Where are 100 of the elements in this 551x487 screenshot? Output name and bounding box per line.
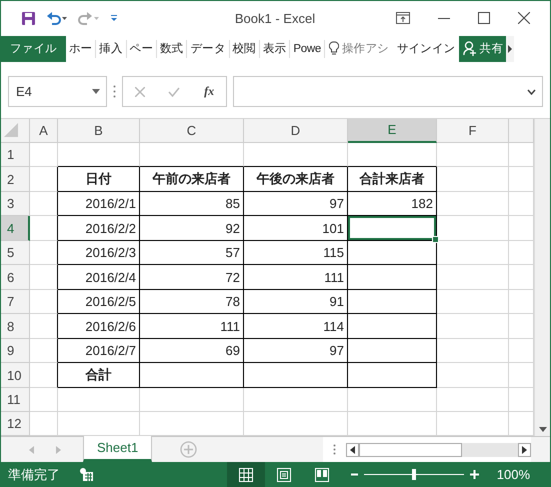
column-header[interactable]: C [140, 118, 244, 143]
column-header[interactable]: B [58, 118, 140, 143]
table-cell[interactable]: 合計 [58, 363, 140, 388]
row-header[interactable]: 6 [1, 265, 30, 290]
row-header[interactable]: 5 [1, 240, 30, 266]
ribbon-tab[interactable]: データ [187, 40, 230, 58]
share-button[interactable]: 共有 [459, 36, 506, 62]
grid-cell[interactable] [30, 265, 58, 290]
lightbulb-icon[interactable] [328, 41, 339, 56]
maximize-icon[interactable] [478, 12, 490, 24]
column-header[interactable]: A [30, 118, 58, 143]
zoom-level[interactable]: 100% [478, 462, 550, 487]
row-header[interactable]: 11 [1, 388, 30, 412]
table-cell[interactable] [348, 290, 437, 314]
ribbon-tab[interactable]: Powe [290, 40, 325, 58]
row-header[interactable]: 10 [1, 363, 30, 388]
table-cell[interactable]: 111 [140, 314, 244, 339]
grid-cell[interactable] [30, 338, 58, 364]
table-cell[interactable]: 2016/2/7 [58, 338, 140, 364]
row-header[interactable]: 1 [1, 142, 30, 168]
table-cell[interactable] [348, 240, 437, 266]
page-break-icon[interactable] [314, 468, 329, 482]
table-cell[interactable]: 85 [140, 192, 244, 216]
table-cell[interactable]: 日付 [58, 167, 140, 192]
undo-icon[interactable] [46, 11, 68, 26]
table-cell[interactable]: 2016/2/4 [58, 265, 140, 290]
table-cell[interactable]: 2016/2/3 [58, 240, 140, 266]
column-header[interactable]: F [437, 118, 509, 143]
row-header[interactable]: 12 [1, 412, 30, 436]
tell-me-field[interactable]: 操作アシ [342, 41, 389, 56]
close-icon[interactable] [518, 12, 530, 24]
row-header[interactable]: 9 [1, 338, 30, 364]
normal-view-icon[interactable] [238, 468, 253, 482]
table-cell[interactable]: 69 [140, 338, 244, 364]
table-cell[interactable] [348, 338, 437, 364]
vertical-scrollbar[interactable] [534, 118, 550, 436]
grid-cell[interactable] [30, 314, 58, 339]
table-cell[interactable]: 97 [244, 192, 348, 216]
fill-handle[interactable] [432, 236, 439, 243]
ribbon-tab[interactable]: ペー [126, 40, 158, 58]
table-cell[interactable]: 101 [244, 216, 348, 241]
table-cell[interactable] [244, 363, 348, 388]
page-layout-icon[interactable] [276, 468, 291, 482]
zoom-out-icon[interactable] [350, 471, 358, 478]
scroll-right-icon[interactable] [522, 446, 527, 454]
row-header[interactable]: 7 [1, 290, 30, 314]
column-header[interactable]: D [244, 118, 348, 143]
table-cell[interactable]: 115 [244, 240, 348, 266]
table-cell[interactable]: 72 [140, 265, 244, 290]
table-cell[interactable]: 182 [348, 192, 437, 216]
table-cell[interactable]: 2016/2/2 [58, 216, 140, 241]
slider-thumb[interactable] [412, 469, 416, 480]
grid-cell[interactable] [30, 240, 58, 266]
column-header[interactable]: E [348, 118, 437, 143]
expand-caret-icon[interactable] [527, 88, 536, 95]
table-cell[interactable]: 91 [244, 290, 348, 314]
row-header[interactable]: 2 [1, 167, 30, 192]
table-cell[interactable]: 92 [140, 216, 244, 241]
grid-cell[interactable] [30, 363, 58, 388]
table-cell[interactable]: 111 [244, 265, 348, 290]
file-tab[interactable]: ファイル [1, 36, 66, 62]
grid-cell[interactable] [30, 192, 58, 216]
table-cell[interactable] [140, 363, 244, 388]
ribbon-display-icon[interactable] [396, 12, 410, 24]
sheet-tab[interactable]: Sheet1 [83, 436, 152, 462]
row-header[interactable]: 3 [1, 192, 30, 216]
horizontal-scrollbar[interactable] [346, 437, 531, 462]
redo-icon[interactable] [78, 11, 100, 26]
name-box[interactable]: E4 [8, 76, 107, 108]
zoom-in-icon[interactable] [470, 470, 479, 480]
grid-cell[interactable] [30, 167, 58, 192]
active-cell[interactable] [348, 216, 437, 241]
ribbon-tab[interactable]: 校閲 [230, 40, 260, 58]
row-header[interactable]: 8 [1, 314, 30, 339]
save-icon[interactable] [21, 10, 36, 26]
table-cell[interactable]: 2016/2/6 [58, 314, 140, 339]
table-cell[interactable] [348, 363, 437, 388]
splitter-grip-icon[interactable] [333, 444, 336, 456]
macro-record-icon[interactable] [80, 468, 93, 482]
table-cell[interactable]: 午前の来店者 [140, 167, 244, 192]
scroll-thumb[interactable] [359, 442, 462, 457]
insert-function-button[interactable]: fx [204, 84, 214, 100]
customize-icon[interactable] [110, 14, 118, 22]
table-cell[interactable]: 78 [140, 290, 244, 314]
dropdown-caret-icon[interactable] [92, 89, 100, 94]
table-cell[interactable]: 合計来店者 [348, 167, 437, 192]
table-cell[interactable] [348, 265, 437, 290]
table-cell[interactable]: 97 [244, 338, 348, 364]
grid-cell[interactable] [30, 216, 58, 241]
ribbon-tab[interactable]: 数式 [157, 40, 188, 58]
table-cell[interactable]: 57 [140, 240, 244, 266]
table-cell[interactable]: 2016/2/5 [58, 290, 140, 314]
grid-cell[interactable] [30, 290, 58, 314]
row-header[interactable]: 4 [1, 216, 30, 241]
table-cell[interactable]: 114 [244, 314, 348, 339]
sign-in-link[interactable]: サインイン [392, 36, 460, 62]
ribbon-tab[interactable]: 表示 [260, 40, 290, 58]
formula-field[interactable] [233, 76, 543, 108]
table-cell[interactable]: 午後の来店者 [244, 167, 348, 192]
table-cell[interactable] [348, 314, 437, 339]
